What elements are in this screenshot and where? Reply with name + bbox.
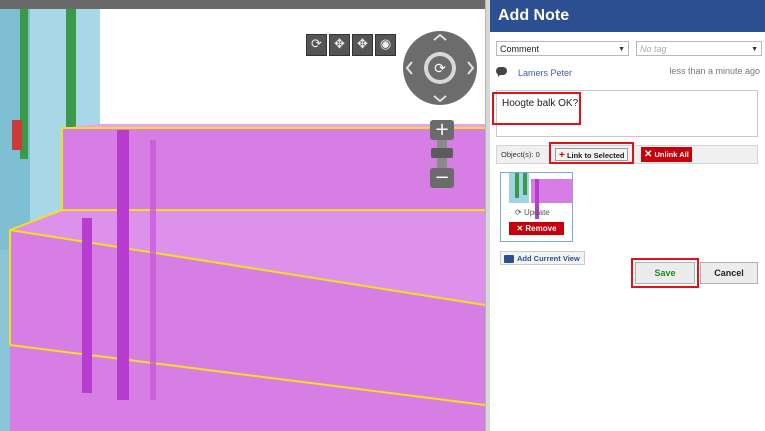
update-label: Update [523,208,550,217]
panel-title: Add Note [490,0,765,32]
pan-icon[interactable]: ✥ [329,34,350,56]
zoom-out-button[interactable]: − [430,168,454,188]
unlink-all-label: Unlink All [654,150,689,159]
remove-button[interactable]: ✕ Remove [509,222,564,235]
remove-label: Remove [525,224,557,233]
note-type-select[interactable]: Comment ▼ [496,41,629,56]
view-thumbnail[interactable]: ⟳ Update ✕ Remove [500,172,573,242]
unlink-all-button[interactable]: ✕ Unlink All [641,147,692,162]
comment-icon [496,67,507,77]
look-icon[interactable]: ◉ [375,34,396,56]
note-highlight-box [492,92,581,125]
chevron-down-icon: ▼ [751,46,758,53]
orbit-icon[interactable]: ⟳ [306,34,327,56]
timestamp: less than a minute ago [669,66,760,76]
zoom-slider[interactable] [431,140,453,168]
viewport-top-bar [0,0,485,9]
zoom-control: + − [430,120,454,188]
svg-text:⟳: ⟳ [434,61,446,77]
author-row: Lamers Peter less than a minute ago [496,66,760,80]
rebar-bar-2 [66,9,76,139]
author-name[interactable]: Lamers Peter [518,68,572,78]
rebar-bar-3 [12,120,22,150]
camera-icon [504,255,514,264]
tag-placeholder: No tag [640,44,667,54]
chevron-down-icon: ▼ [618,46,625,53]
navigation-wheel[interactable]: ⟳ [402,30,478,106]
objects-count: Object(s): 0 [501,150,540,159]
model-viewport[interactable]: ⟳ ✥ ✥ ◉ ⟳ + − [0,0,485,431]
tag-select[interactable]: No tag ▼ [636,41,762,56]
add-current-view-label: Add Current View [517,254,580,263]
update-button[interactable]: ⟳ Update [515,208,550,217]
note-options-row: Comment ▼ No tag ▼ [496,41,762,58]
add-current-view-button[interactable]: Add Current View [500,251,585,265]
walk-icon[interactable]: ✥ [352,34,373,56]
refresh-icon: ⟳ [515,208,524,217]
rebar-vertical-1 [117,130,129,400]
rebar-vertical-2 [82,218,92,393]
save-highlight-box [631,258,699,288]
cancel-button[interactable]: Cancel [700,262,758,284]
note-type-value: Comment [500,44,540,54]
rebar-vertical-3 [150,140,156,400]
zoom-slider-handle[interactable] [431,148,453,158]
link-highlight-box [549,142,634,164]
zoom-in-button[interactable]: + [430,120,454,140]
close-icon: ✕ [644,149,653,160]
view-toolbar: ⟳ ✥ ✥ ◉ [306,34,396,56]
